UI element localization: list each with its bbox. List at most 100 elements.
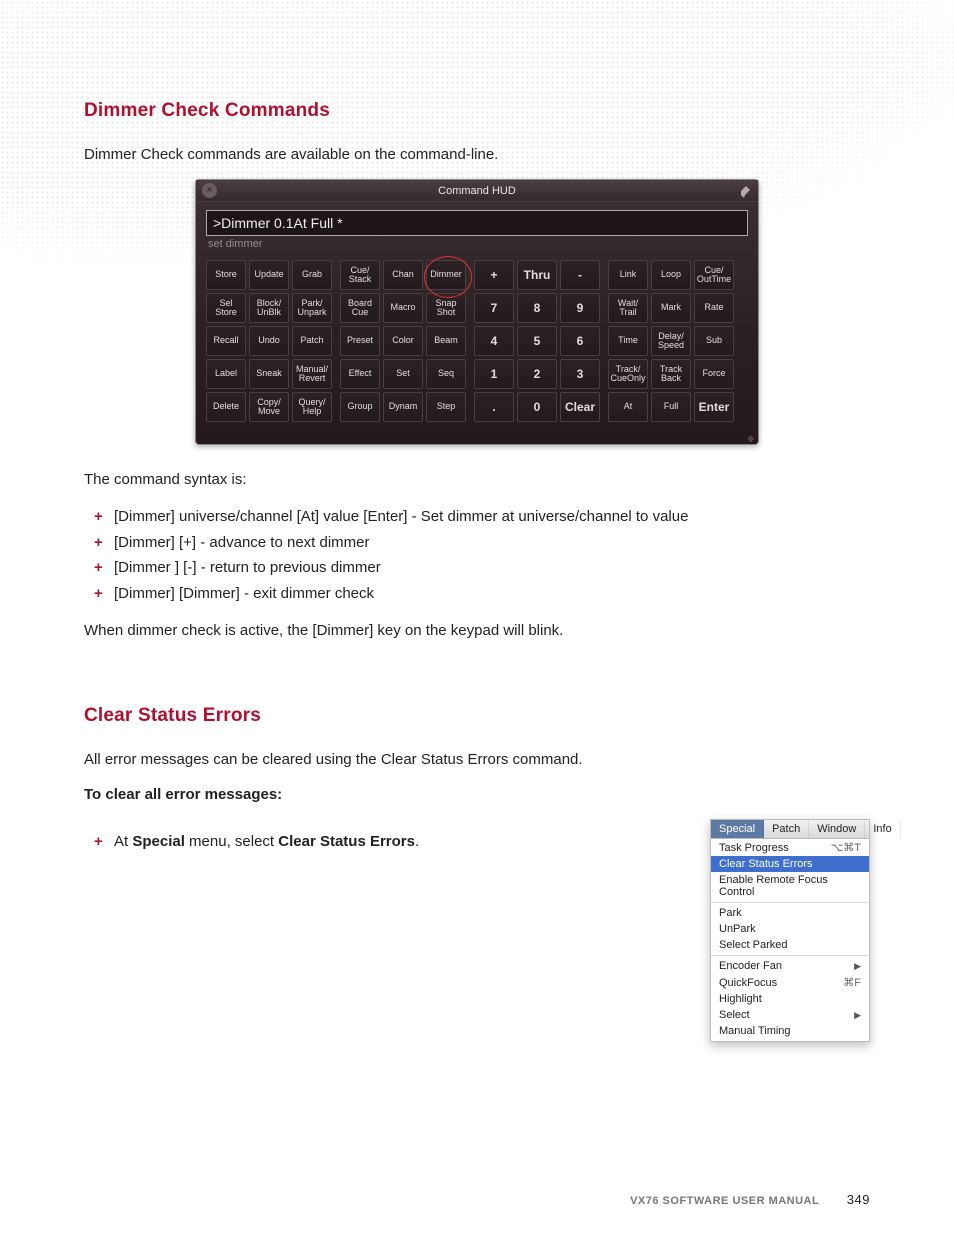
hud-key[interactable]: Wait/ Trail [608,293,648,323]
hud-key[interactable]: Dynam [383,392,423,422]
hud-key[interactable]: 3 [560,359,600,389]
menu-item-label: QuickFocus [719,977,777,989]
hud-key[interactable]: Force [694,359,734,389]
hud-group-d: LinkLoopCue/ OutTime Wait/ TrailMarkRate T… [608,260,734,422]
menu-item[interactable]: QuickFocus ⌘F [711,974,869,991]
hud-key[interactable]: 7 [474,293,514,323]
hud-key[interactable]: Sneak [249,359,289,389]
menu-shortcut: ⌘F [843,976,861,989]
menu-tab[interactable]: Patch [764,820,809,838]
hud-key[interactable]: Manual/ Revert [292,359,332,389]
menu-item-label: UnPark [719,923,756,935]
menu-item-label: Enable Remote Focus Control [719,874,861,898]
command-hud-screenshot: × Command HUD >Dimmer 0.1At Full * set d… [195,179,759,445]
hud-key[interactable]: Preset [340,326,380,356]
hud-command-line[interactable]: >Dimmer 0.1At Full * [206,210,748,236]
hud-group-a: StoreUpdateGrab Sel StoreBlock/ UnBlkPark… [206,260,332,422]
hud-key[interactable]: Label [206,359,246,389]
hud-key[interactable]: Enter [694,392,734,422]
hud-key[interactable]: Chan [383,260,423,290]
hud-key[interactable]: Store [206,260,246,290]
step-bold-clear: Clear Status Errors [278,833,415,850]
hud-key[interactable]: Seq [426,359,466,389]
hud-key[interactable]: Snap Shot [426,293,466,323]
hud-key[interactable]: - [560,260,600,290]
menu-item[interactable]: UnPark [711,921,869,937]
syntax-item: [Dimmer ] [-] - return to previous dimme… [84,555,870,581]
menu-item[interactable]: Park [711,905,869,921]
hud-key[interactable]: Beam [426,326,466,356]
hud-key[interactable]: Recall [206,326,246,356]
menu-item[interactable]: Select▶ [711,1007,869,1023]
heading-clear-status: Clear Status Errors [84,705,870,727]
hud-key[interactable]: Grab [292,260,332,290]
pin-icon[interactable] [738,184,752,198]
hud-key[interactable]: Color [383,326,423,356]
hud-key[interactable]: Block/ UnBlk [249,293,289,323]
hud-key[interactable]: Effect [340,359,380,389]
menu-item[interactable]: Manual Timing [711,1023,869,1039]
hud-key[interactable]: . [474,392,514,422]
hud-key[interactable]: Park/ Unpark [292,293,332,323]
menu-tab[interactable]: Special [711,820,764,838]
hud-key[interactable]: Track Back [651,359,691,389]
hud-key[interactable]: 6 [560,326,600,356]
hud-key[interactable]: Board Cue [340,293,380,323]
hud-key[interactable]: Cue/ OutTime [694,260,734,290]
hud-key[interactable]: Undo [249,326,289,356]
hud-key[interactable]: 9 [560,293,600,323]
hud-key[interactable]: Query/ Help [292,392,332,422]
hud-key[interactable]: Delay/ Speed [651,326,691,356]
hud-key[interactable]: Delete [206,392,246,422]
menu-item-label: Task Progress [719,842,789,854]
hud-key[interactable]: 8 [517,293,557,323]
hud-key[interactable]: Track/ CueOnly [608,359,648,389]
hud-key[interactable]: 5 [517,326,557,356]
hud-key[interactable]: 0 [517,392,557,422]
page-footer: VX76 SOFTWARE USER MANUAL 349 [630,1192,870,1207]
menu-item-label: Select Parked [719,939,787,951]
syntax-list: [Dimmer] universe/channel [At] value [En… [84,504,870,606]
hud-key[interactable]: + [474,260,514,290]
hud-key[interactable]: Full [651,392,691,422]
hud-key[interactable]: Sel Store [206,293,246,323]
close-icon[interactable]: × [202,183,217,198]
hud-key[interactable]: Step [426,392,466,422]
hud-key[interactable]: Set [383,359,423,389]
hud-key[interactable]: Group [340,392,380,422]
hud-key[interactable]: Copy/ Move [249,392,289,422]
hud-key[interactable]: At [608,392,648,422]
hud-key[interactable]: Update [249,260,289,290]
hud-key[interactable]: Thru [517,260,557,290]
steps-list: At Special menu, select Clear Status Err… [84,829,680,855]
menu-tab[interactable]: Info [865,820,900,838]
heading-dimmer-check: Dimmer Check Commands [84,100,870,122]
menu-item[interactable]: Task Progress ⌥⌘T [711,839,869,856]
hud-key[interactable]: Patch [292,326,332,356]
menu-item-label: Highlight [719,993,762,1005]
menu-item[interactable]: Enable Remote Focus Control [711,872,869,900]
hud-key[interactable]: Macro [383,293,423,323]
menu-shortcut: ⌥⌘T [831,841,861,854]
hud-key[interactable]: Sub [694,326,734,356]
menu-item[interactable]: Select Parked [711,937,869,953]
hud-key[interactable]: Dimmer [426,260,466,290]
menu-item[interactable]: Clear Status Errors [711,856,869,872]
hud-key[interactable]: Clear [560,392,600,422]
hud-key[interactable]: 4 [474,326,514,356]
menu-tab[interactable]: Window [809,820,865,838]
hud-key[interactable]: 1 [474,359,514,389]
menu-item[interactable]: Highlight [711,991,869,1007]
syntax-item: [Dimmer] [+] - advance to next dimmer [84,530,870,556]
hud-key[interactable]: Cue/ Stack [340,260,380,290]
hud-key[interactable]: Rate [694,293,734,323]
hud-key[interactable]: Loop [651,260,691,290]
hud-key[interactable]: 2 [517,359,557,389]
hud-key[interactable]: Time [608,326,648,356]
hud-key[interactable]: Link [608,260,648,290]
intro-paragraph-1: Dimmer Check commands are available on t… [84,144,870,165]
footer-page-number: 349 [847,1192,870,1207]
hud-key[interactable]: Mark [651,293,691,323]
menu-item[interactable]: Encoder Fan▶ [711,958,869,974]
resize-handle-icon[interactable]: ≡ [196,434,758,444]
